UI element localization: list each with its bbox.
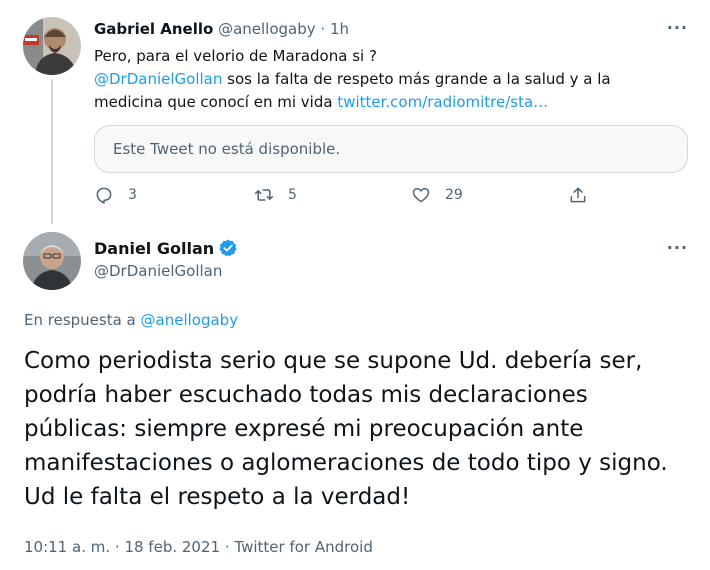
text-line: Pero, para el velorio de Maradona si ?: [94, 47, 377, 65]
like-count: 29: [445, 187, 463, 203]
text-segment: medicina que conocí en mi vida: [94, 93, 338, 111]
mention-link[interactable]: @DrDanielGollan: [94, 70, 222, 88]
url-link[interactable]: twitter.com/radiomitre/sta…: [337, 93, 548, 111]
text-line: medicina que conocí en mi vida twitter.c…: [94, 91, 694, 114]
share-button[interactable]: [568, 185, 588, 205]
text-line: @DrDanielGollan sos la falta de respeto …: [94, 68, 694, 91]
text-line: Ud le falta el respeto a la verdad!: [24, 484, 411, 510]
tweet-time[interactable]: 1h: [330, 20, 349, 38]
text-line: públicas: siempre expresé mi preocupació…: [24, 416, 584, 442]
tweet-metadata: 10:11 a. m. · 18 feb. 2021 · Twitter for…: [24, 538, 373, 556]
text-segment: sos la falta de respeto más grande a la …: [222, 70, 611, 88]
reply-to-link[interactable]: @anellogaby: [141, 311, 239, 329]
tweet-actions: 3 5 29: [94, 185, 594, 209]
parent-tweet-header: Gabriel Anello @anellogaby · 1h: [94, 20, 349, 38]
parent-tweet-text: Pero, para el velorio de Maradona si ? @…: [94, 45, 694, 114]
more-icon[interactable]: ···: [667, 238, 688, 257]
reply-icon: [96, 187, 112, 204]
author-name[interactable]: Daniel Gollan: [94, 239, 214, 258]
separator: ·: [114, 538, 120, 556]
tweet-time[interactable]: 10:11 a. m.: [24, 538, 110, 556]
author-handle[interactable]: @DrDanielGollan: [94, 262, 222, 280]
quoted-tweet-card[interactable]: Este Tweet no está disponible.: [94, 125, 688, 173]
text-line: Como periodista serio que se supone Ud. …: [24, 348, 643, 374]
author-name-row: Daniel Gollan: [94, 238, 238, 258]
unavailable-message: Este Tweet no está disponible.: [113, 140, 341, 158]
reply-context: En respuesta a @anellogaby: [24, 311, 238, 329]
heart-icon: [412, 187, 430, 203]
separator: ·: [320, 20, 326, 38]
parent-tweet[interactable]: Gabriel Anello @anellogaby · 1h ··· Pero…: [0, 0, 710, 225]
reply-count: 3: [128, 187, 137, 203]
text-line: manifestaciones o aglomeraciones de todo…: [24, 450, 668, 476]
verified-badge-icon: [219, 239, 237, 257]
tweet-date[interactable]: 18 feb. 2021: [124, 538, 220, 556]
author-handle[interactable]: @anellogaby: [218, 20, 316, 38]
more-icon[interactable]: ···: [667, 18, 688, 37]
avatar-daniel-gollan[interactable]: [23, 232, 81, 290]
reply-button[interactable]: 3: [94, 185, 137, 205]
like-button[interactable]: 29: [411, 185, 463, 205]
text-line: podría haber escuchado todas mis declara…: [24, 382, 588, 408]
avatar-gabriel-anello[interactable]: [23, 17, 81, 75]
author-name[interactable]: Gabriel Anello: [94, 20, 213, 38]
retweet-icon: [254, 189, 274, 201]
reply-prefix: En respuesta a: [24, 311, 141, 329]
retweet-button[interactable]: 5: [254, 185, 297, 205]
thread-line: [51, 79, 53, 224]
retweet-count: 5: [288, 187, 297, 203]
tweet-source[interactable]: Twitter for Android: [234, 538, 372, 556]
separator: ·: [224, 538, 230, 556]
share-icon: [570, 187, 586, 203]
main-tweet-text: Como periodista serio que se supone Ud. …: [24, 344, 696, 514]
